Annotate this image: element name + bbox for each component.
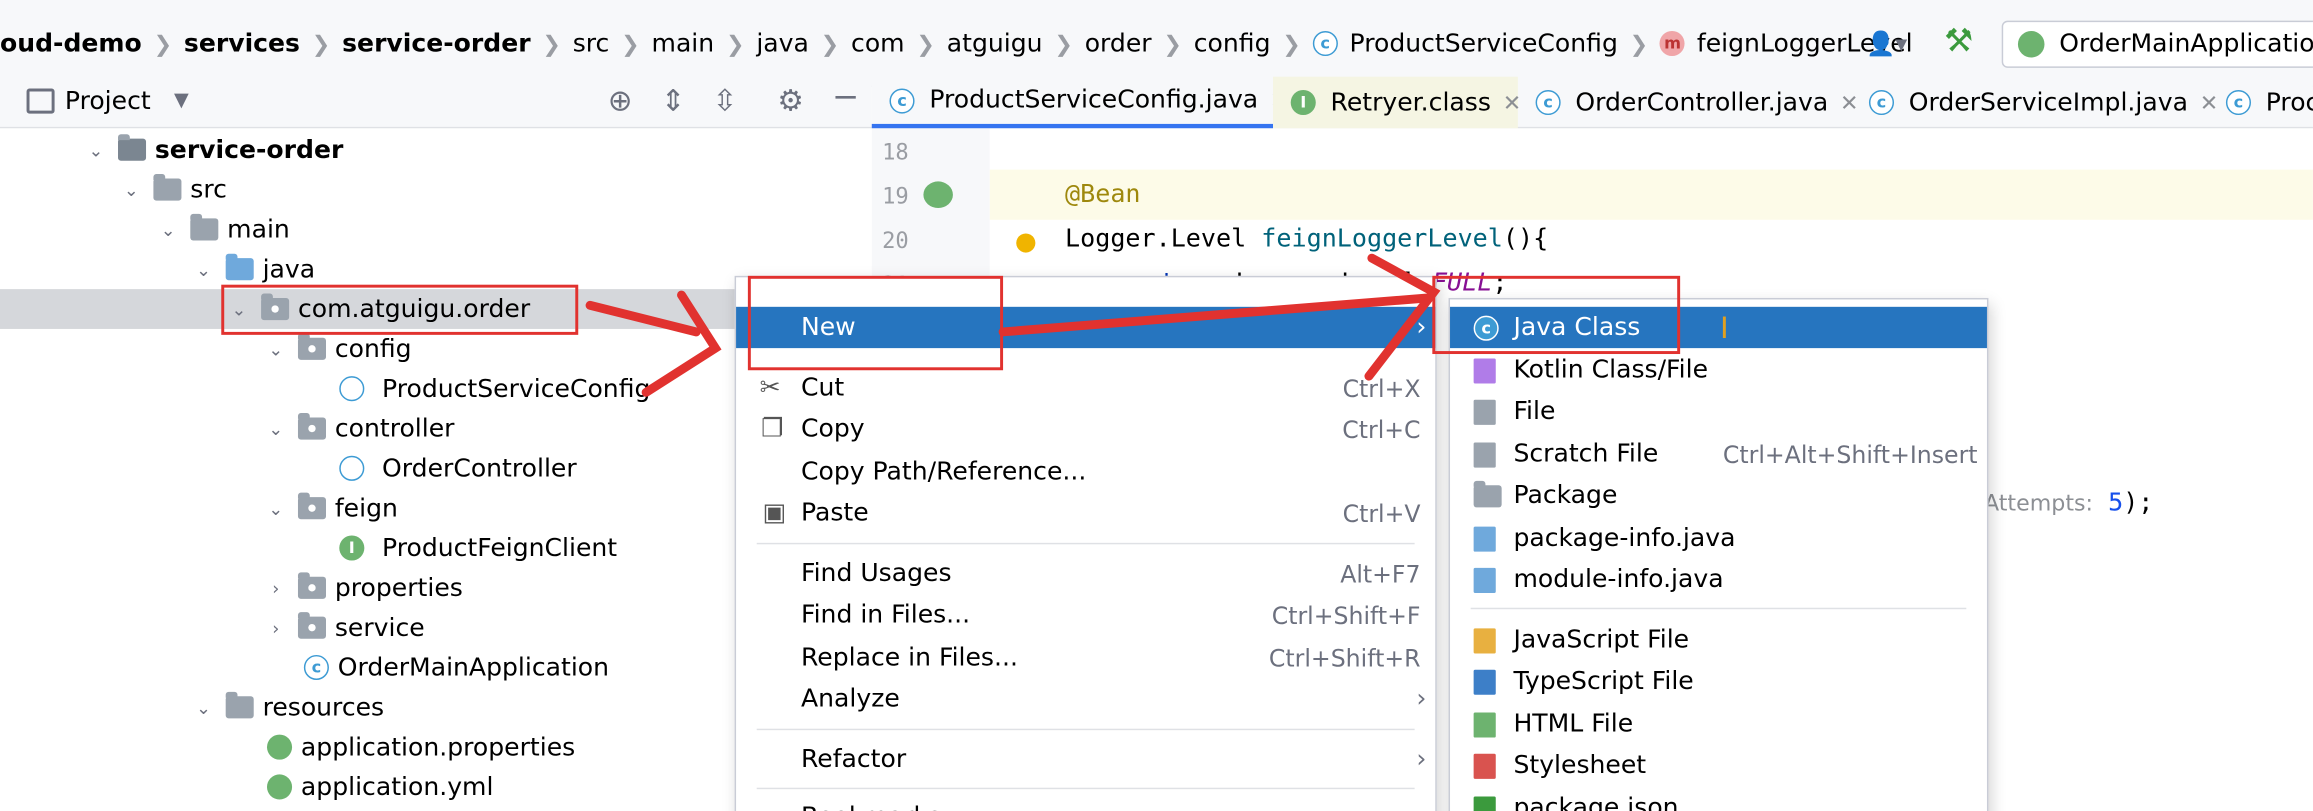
arrow-head <box>1364 253 1441 381</box>
arrow-stroke <box>585 300 701 337</box>
ide-window: oud-demo ❯ services ❯ service-order ❯ src ❯ … <box>0 0 2313 811</box>
arrow-head <box>641 290 722 397</box>
annotation-arrows <box>585 253 1441 397</box>
arrow-stroke <box>998 293 1433 337</box>
